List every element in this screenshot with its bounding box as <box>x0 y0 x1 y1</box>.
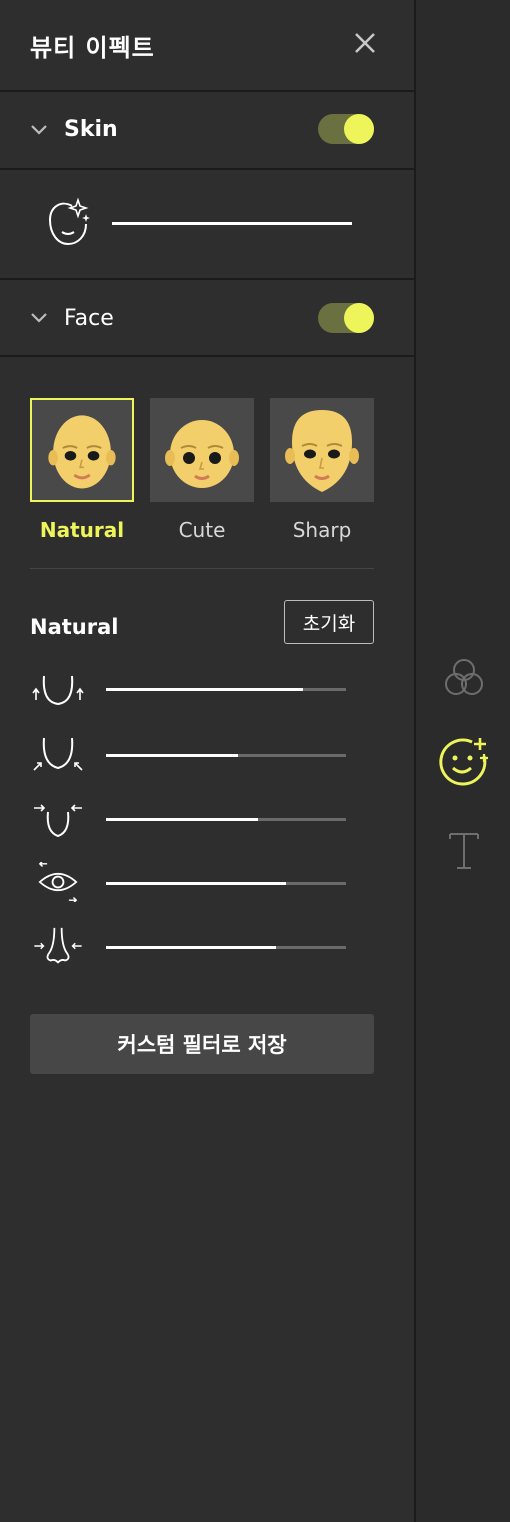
skin-smooth-slider[interactable] <box>112 222 352 225</box>
jaw-up-icon <box>32 675 84 706</box>
panel-title: 뷰티 이펙트 <box>30 34 155 62</box>
toggle-knob <box>344 114 374 144</box>
preset-cute[interactable] <box>150 398 254 502</box>
eye-size-slider[interactable] <box>106 882 346 885</box>
slider-fill <box>106 946 276 949</box>
face-slim-icon <box>34 804 82 838</box>
chevron-down-icon <box>31 125 47 135</box>
nose-slider[interactable] <box>106 946 346 949</box>
chevron-down-icon <box>31 313 47 323</box>
slider-fill <box>106 818 258 821</box>
preset-label-sharp[interactable]: Sharp <box>270 518 374 542</box>
toggle-knob <box>344 303 374 333</box>
face-slim-slider[interactable] <box>106 818 346 821</box>
skin-section-header[interactable]: Skin <box>0 92 414 168</box>
preset-natural[interactable] <box>30 398 134 502</box>
chin-slider[interactable] <box>106 754 346 757</box>
preset-sharp[interactable] <box>270 398 374 502</box>
sharp-face-avatar <box>285 410 359 492</box>
cute-face-avatar <box>165 420 239 488</box>
skin-label: Skin <box>64 117 118 142</box>
filter-circles-icon[interactable] <box>438 652 490 704</box>
slider-fill <box>106 882 286 885</box>
beauty-effect-panel: 뷰티 이펙트 Skin Face Natural Cute Sharp Natu… <box>0 0 414 1522</box>
preset-label-natural[interactable]: Natural <box>30 518 134 542</box>
preset-label-cute[interactable]: Cute <box>150 518 254 542</box>
face-section-header[interactable]: Face <box>0 280 414 356</box>
slider-fill <box>106 754 238 757</box>
divider <box>0 168 414 170</box>
active-preset-title: Natural <box>30 615 119 639</box>
slider-fill <box>106 688 303 691</box>
nose-slim-icon <box>34 927 82 964</box>
text-icon[interactable] <box>438 826 490 878</box>
skin-sparkle-icon <box>48 197 90 246</box>
skin-toggle[interactable] <box>318 114 374 144</box>
divider <box>30 568 374 569</box>
face-label: Face <box>64 306 114 331</box>
natural-face-avatar <box>48 415 116 489</box>
divider <box>0 355 414 357</box>
close-icon[interactable] <box>350 28 380 58</box>
eye-size-icon <box>38 862 78 902</box>
face-toggle[interactable] <box>318 303 374 333</box>
jaw-slider[interactable] <box>106 688 346 691</box>
beauty-face-icon[interactable] <box>438 736 490 788</box>
reset-button[interactable]: 초기화 <box>284 600 374 644</box>
save-custom-filter-button[interactable]: 커스텀 필터로 저장 <box>30 1014 374 1074</box>
chin-narrow-icon <box>33 737 83 771</box>
